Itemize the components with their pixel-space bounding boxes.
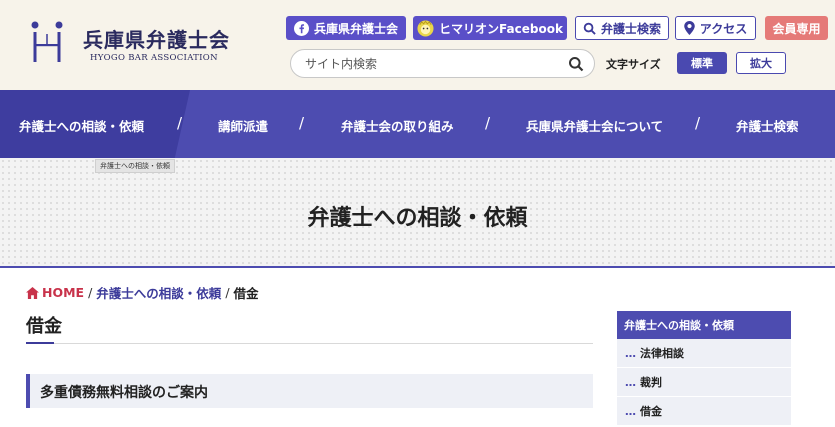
member-only-button[interactable]: 会員専用: [765, 16, 828, 40]
nav-item-initiatives[interactable]: 弁護士会の取り組み: [341, 116, 454, 135]
sidebar-heading[interactable]: 弁護士への相談・依頼: [617, 311, 791, 339]
site-logo[interactable]: 兵庫県弁護士会 HYOGO BAR ASSOCIATION: [28, 18, 238, 68]
sidebar-item-label: 法律相談: [640, 347, 684, 360]
sidebar-item-legal-consultation[interactable]: … 法律相談: [617, 339, 791, 368]
breadcrumb-separator: /: [88, 285, 93, 300]
site-search: [290, 49, 595, 78]
nav-separator: /: [299, 114, 305, 132]
nav-separator: /: [485, 114, 491, 132]
sidebar-bullet: …: [625, 375, 636, 389]
nav-separator: /: [177, 114, 183, 132]
nav-item-about[interactable]: 兵庫県弁護士会について: [526, 116, 663, 135]
access-button[interactable]: アクセス: [675, 16, 756, 40]
nav-item-lecturer[interactable]: 講師派遣: [218, 116, 268, 135]
himarion-facebook-label: ヒマリオンFacebook: [439, 21, 563, 36]
breadcrumb: HOME / 弁護士への相談・依頼 / 借金: [26, 283, 259, 302]
nav-item-consultation[interactable]: 弁護士への相談・依頼: [19, 116, 144, 135]
himarion-mascot-icon: [417, 19, 434, 37]
breadcrumb-separator: /: [225, 285, 230, 300]
lawyer-search-label: 弁護士検索: [600, 21, 661, 36]
logo-japanese-name: 兵庫県弁護士会: [83, 28, 230, 52]
page-title: 借金: [26, 316, 62, 337]
home-icon: [26, 286, 39, 299]
sidebar-item-trial[interactable]: … 裁判: [617, 368, 791, 397]
site-search-input[interactable]: [305, 54, 565, 74]
logo-mark-icon: [31, 21, 63, 62]
section-title: 多重債務無料相談のご案内: [40, 385, 208, 401]
hero-title: 弁護士への相談・依頼: [307, 206, 528, 231]
font-size-large-button[interactable]: 拡大: [736, 52, 786, 74]
access-label: アクセス: [699, 21, 748, 36]
title-divider-accent: [26, 342, 54, 344]
map-pin-icon: [684, 21, 695, 35]
sidebar-bullet: …: [625, 346, 636, 360]
global-nav: 弁護士への相談・依頼 / 講師派遣 / 弁護士会の取り組み / 兵庫県弁護士会に…: [0, 90, 835, 158]
facebook-bar-label: 兵庫県弁護士会: [313, 21, 398, 36]
facebook-icon: [293, 20, 309, 36]
font-size-label: 文字サイズ: [606, 58, 661, 71]
search-submit-icon[interactable]: [568, 56, 584, 72]
nav-separator: /: [695, 114, 701, 132]
page-hero: 弁護士への相談・依頼: [0, 158, 835, 268]
sidebar-item-debt[interactable]: … 借金: [617, 397, 791, 426]
breadcrumb-parent-link[interactable]: 弁護士への相談・依頼: [96, 283, 221, 302]
sidebar-item-label: 借金: [640, 405, 662, 418]
logo-english-name: HYOGO BAR ASSOCIATION: [90, 53, 218, 63]
lawyer-search-button[interactable]: 弁護士検索: [575, 16, 669, 40]
site-header: 兵庫県弁護士会 HYOGO BAR ASSOCIATION 兵庫県弁護士会 ヒマ…: [0, 0, 835, 90]
breadcrumb-current: 借金: [233, 286, 259, 301]
sidebar-menu: 弁護士への相談・依頼 … 法律相談 … 裁判 … 借金: [617, 311, 791, 426]
font-size-standard-button[interactable]: 標準: [677, 52, 727, 74]
search-icon: [583, 22, 596, 35]
section-heading-box: 多重債務無料相談のご案内: [26, 374, 593, 408]
member-only-label: 会員専用: [772, 21, 821, 36]
title-divider: [26, 343, 593, 344]
nav-tooltip: 弁護士への相談・依頼: [95, 159, 175, 173]
nav-item-lawyer-search[interactable]: 弁護士検索: [736, 116, 799, 135]
sidebar-bullet: …: [625, 404, 636, 418]
himarion-facebook-button[interactable]: ヒマリオンFacebook: [413, 16, 567, 40]
sidebar-item-label: 裁判: [640, 376, 662, 389]
breadcrumb-home-link[interactable]: HOME: [42, 285, 84, 300]
facebook-bar-button[interactable]: 兵庫県弁護士会: [286, 16, 406, 40]
